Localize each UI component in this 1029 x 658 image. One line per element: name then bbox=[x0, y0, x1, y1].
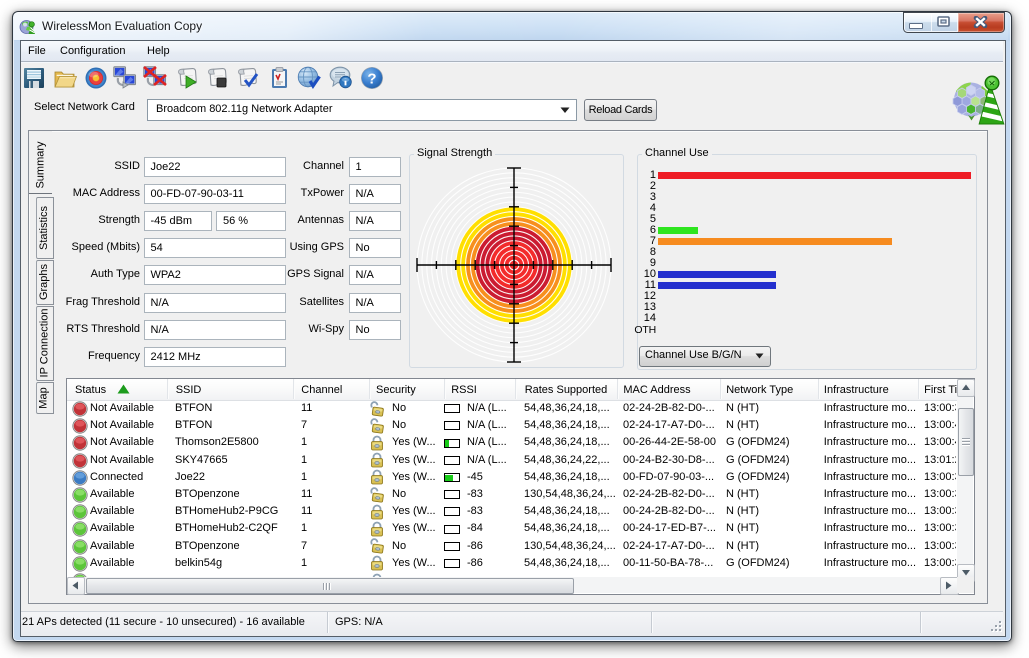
svg-text:?: ? bbox=[367, 71, 376, 88]
